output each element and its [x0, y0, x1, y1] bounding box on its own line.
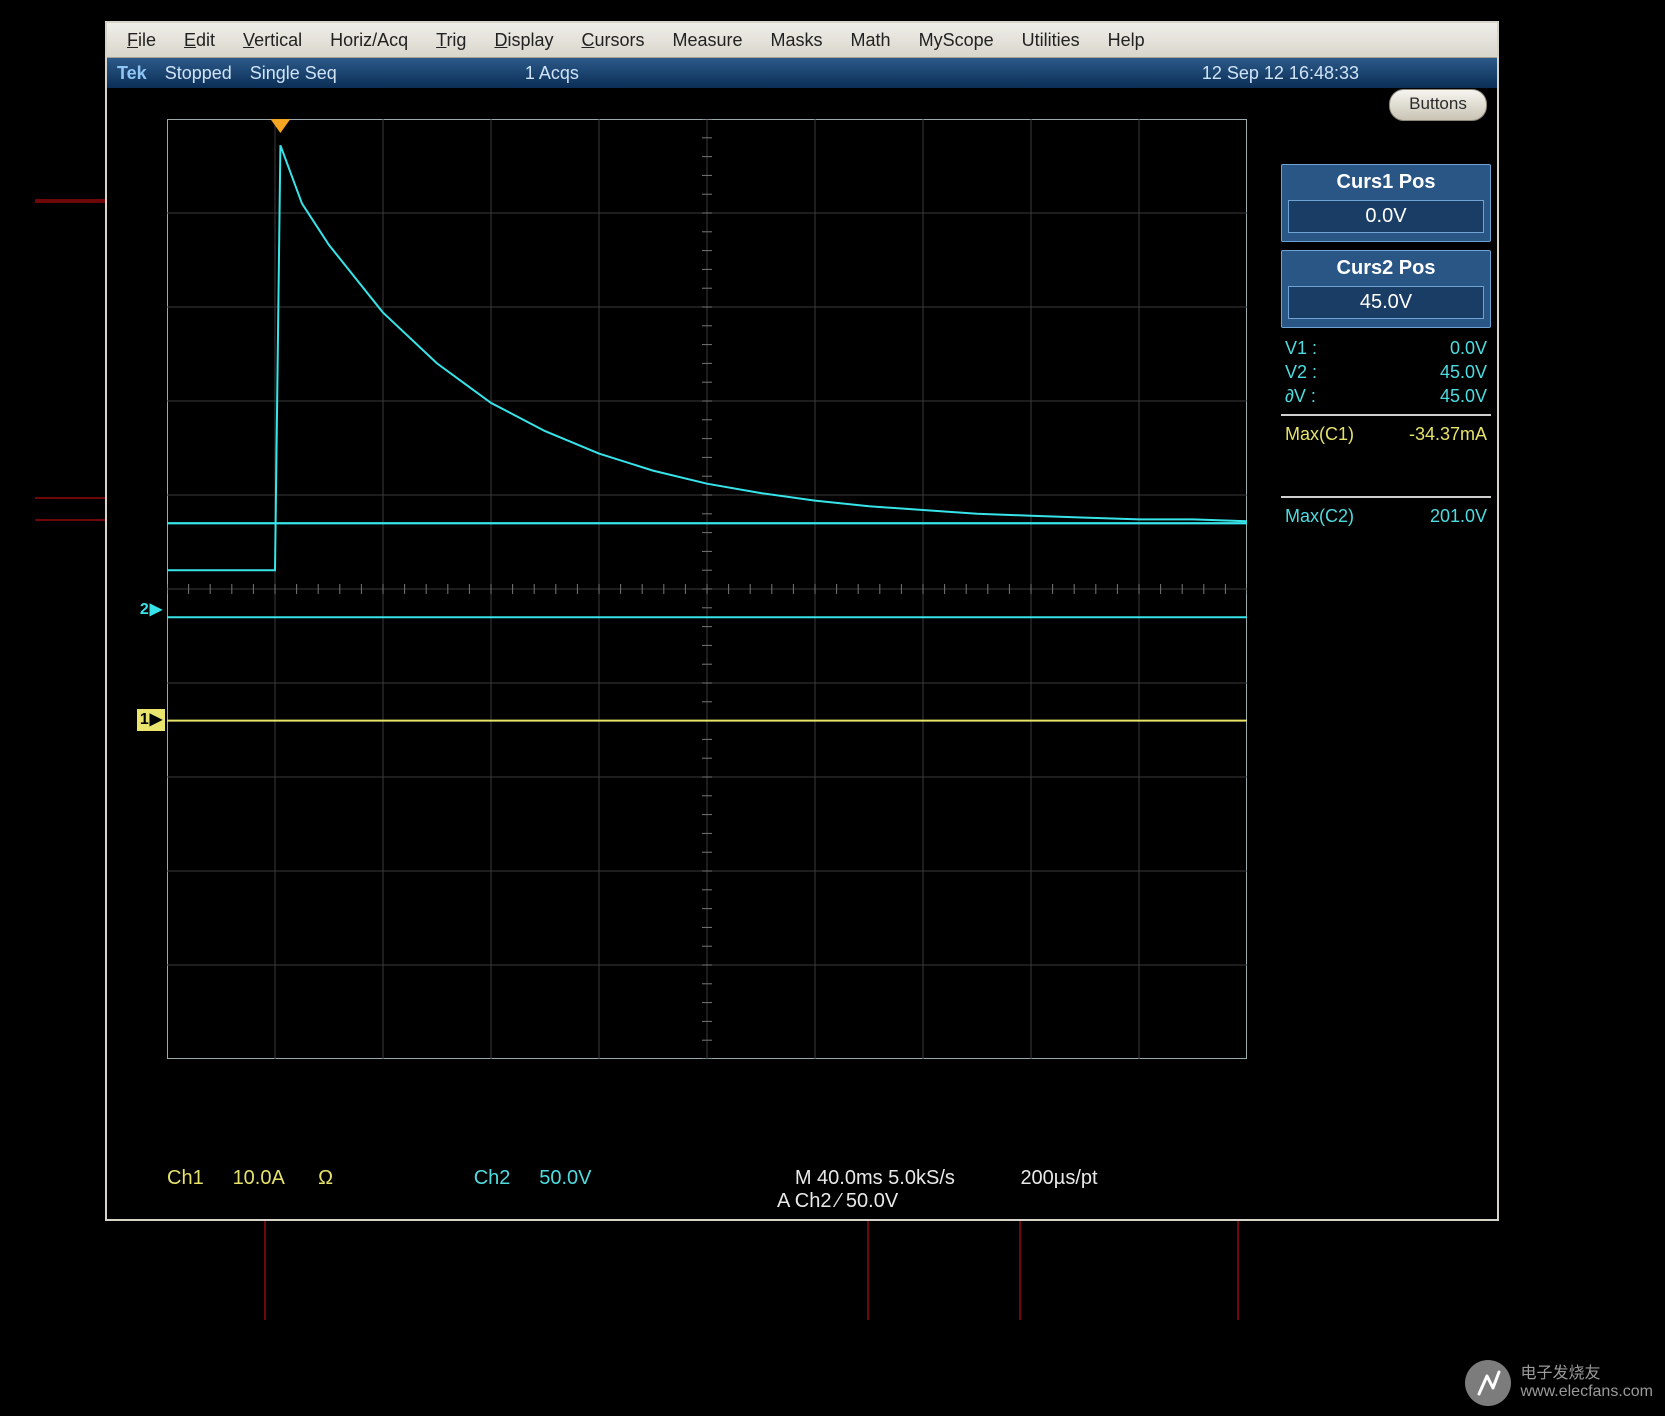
menu-help-label: Help — [1108, 30, 1145, 50]
menu-horiz-label: Horiz/Acq — [330, 30, 408, 50]
menu-vertical[interactable]: Vertical — [229, 27, 316, 54]
status-acqs: 1 Acqs — [525, 63, 579, 84]
cursor1-box[interactable]: Curs1 Pos 0.0V — [1281, 164, 1491, 242]
v2-label: V2 : — [1285, 360, 1317, 384]
v1-row: V1 : 0.0V — [1281, 336, 1491, 360]
ch1-label: Ch1 — [167, 1167, 227, 1190]
ch1-unit: Ω — [318, 1167, 368, 1190]
ch2-marker: 2▶ — [137, 599, 165, 621]
menu-edit[interactable]: Edit — [170, 27, 229, 54]
watermark: 电子发烧友 www.elecfans.com — [1465, 1360, 1654, 1406]
menu-vertical-label: ertical — [254, 30, 302, 50]
cursor2-box[interactable]: Curs2 Pos 45.0V — [1281, 250, 1491, 328]
separator-1 — [1281, 414, 1491, 416]
trigger-readout: A Ch2 ⁄ 50.0V — [777, 1190, 898, 1213]
watermark-line1: 电子发烧友 — [1521, 1365, 1654, 1383]
menu-masks[interactable]: Masks — [757, 27, 837, 54]
right-panel: Curs1 Pos 0.0V Curs2 Pos 45.0V V1 :0.0V … — [1281, 164, 1491, 528]
meas2-label: Max(C2) — [1285, 504, 1354, 528]
oscilloscope-window: File Edit Vertical Horiz/Acq Trig Displa… — [105, 21, 1499, 1221]
menu-horiz[interactable]: Horiz/Acq — [316, 27, 422, 54]
ch1-marker: 1▶ — [137, 709, 165, 731]
menu-edit-label: dit — [196, 30, 215, 50]
cursor2-title: Curs2 Pos — [1288, 257, 1484, 280]
ch1-scale: 10.0A — [233, 1167, 313, 1190]
menu-display-label: isplay — [507, 30, 553, 50]
menu-trig-label: rig — [446, 30, 466, 50]
ch2-scale: 50.0V — [539, 1167, 619, 1190]
meas1-label: Max(C1) — [1285, 422, 1354, 446]
cursor1-value: 0.0V — [1288, 200, 1484, 233]
meas1-row: Max(C1) -34.37mA — [1281, 422, 1491, 446]
menu-file[interactable]: File — [113, 27, 170, 54]
watermark-text: 电子发烧友 www.elecfans.com — [1521, 1365, 1654, 1401]
time-res: 200µs/pt — [1020, 1167, 1097, 1190]
menu-measure[interactable]: Measure — [659, 27, 757, 54]
menu-masks-label: Masks — [771, 30, 823, 50]
meas1-value: -34.37mA — [1409, 422, 1487, 446]
dv-value: 45.0V — [1440, 384, 1487, 408]
meas2-row: Max(C2) 201.0V — [1281, 504, 1491, 528]
cursor1-title: Curs1 Pos — [1288, 171, 1484, 194]
waveform-svg — [167, 119, 1247, 1059]
menu-cursors-label: ursors — [594, 30, 644, 50]
scope-area: 1▶ 2▶ Curs1 Pos 0.0V Curs2 Pos 45.0V V1 … — [107, 89, 1497, 1219]
menu-utilities-label: Utilities — [1022, 30, 1080, 50]
menu-cursors[interactable]: Cursors — [567, 27, 658, 54]
menu-file-label: ile — [138, 30, 156, 50]
ch2-label: Ch2 — [474, 1167, 534, 1190]
v1-label: V1 : — [1285, 336, 1317, 360]
stage: File Edit Vertical Horiz/Acq Trig Displa… — [0, 0, 1665, 1416]
brand-tek: Tek — [117, 63, 147, 84]
bottom-readout: Ch1 10.0A Ω Ch2 50.0V M 40.0ms 5.0kS/s 2… — [167, 1167, 1247, 1213]
dv-label: ∂V : — [1285, 384, 1316, 408]
v1-value: 0.0V — [1450, 336, 1487, 360]
menu-myscope[interactable]: MyScope — [905, 27, 1008, 54]
menu-myscope-label: MyScope — [919, 30, 994, 50]
menu-trig[interactable]: Trig — [422, 27, 480, 54]
watermark-line2: www.elecfans.com — [1521, 1383, 1654, 1401]
cursor2-value: 45.0V — [1288, 286, 1484, 319]
menu-display[interactable]: Display — [480, 27, 567, 54]
ch1-marker-label: 1 — [140, 711, 149, 728]
status-bar: Tek Stopped Single Seq 1 Acqs 12 Sep 12 … — [107, 58, 1497, 88]
timebase: M 40.0ms 5.0kS/s — [795, 1167, 955, 1190]
menu-math-label: Math — [851, 30, 891, 50]
status-timestamp: 12 Sep 12 16:48:33 — [1202, 63, 1359, 84]
v2-value: 45.0V — [1440, 360, 1487, 384]
menu-bar: File Edit Vertical Horiz/Acq Trig Displa… — [107, 23, 1497, 58]
menu-help[interactable]: Help — [1094, 27, 1159, 54]
status-state: Stopped — [165, 63, 232, 84]
menu-measure-label: Measure — [673, 30, 743, 50]
v2-row: V2 : 45.0V — [1281, 360, 1491, 384]
waveform-display[interactable] — [167, 119, 1247, 1059]
dv-row: ∂V : 45.0V — [1281, 384, 1491, 408]
menu-math[interactable]: Math — [837, 27, 905, 54]
menu-utilities[interactable]: Utilities — [1008, 27, 1094, 54]
separator-2 — [1281, 496, 1491, 498]
status-mode: Single Seq — [250, 63, 337, 84]
watermark-icon — [1465, 1360, 1511, 1406]
meas2-value: 201.0V — [1430, 504, 1487, 528]
ch2-marker-label: 2 — [140, 601, 149, 618]
